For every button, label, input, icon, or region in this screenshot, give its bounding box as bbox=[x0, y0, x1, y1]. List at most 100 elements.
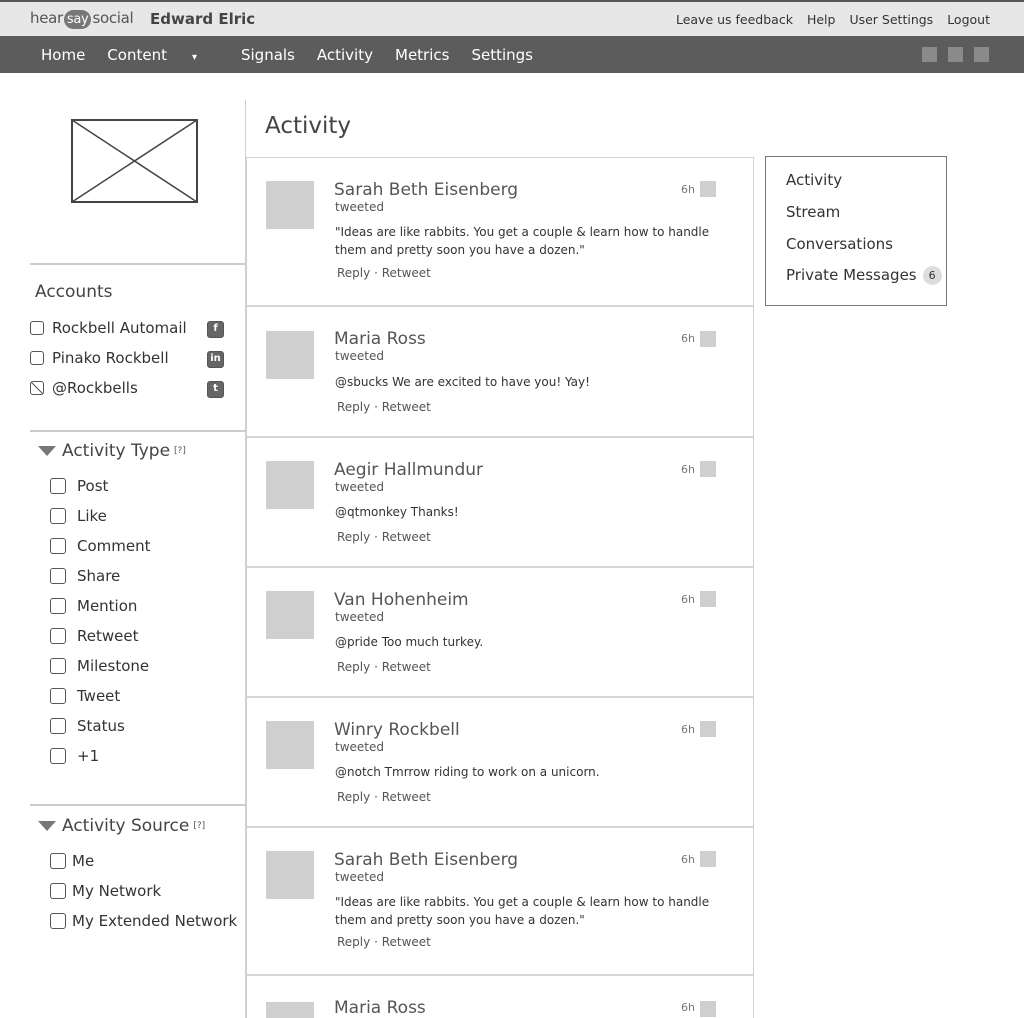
main-nav-bar: Home Content ▾ Signals Activity Metrics S… bbox=[0, 36, 1024, 73]
filter-checkbox[interactable] bbox=[50, 688, 66, 704]
filter-checkbox[interactable] bbox=[50, 658, 66, 674]
author-name[interactable]: Sarah Beth Eisenberg bbox=[334, 850, 518, 870]
help-link[interactable]: Help bbox=[807, 12, 836, 27]
post-actions: Reply · Retweet bbox=[337, 266, 431, 280]
reply-link[interactable]: Reply bbox=[337, 530, 370, 544]
source-my-network[interactable]: My Network bbox=[50, 882, 161, 900]
filter-checkbox[interactable] bbox=[50, 478, 66, 494]
logout-link[interactable]: Logout bbox=[947, 12, 990, 27]
nav-metrics[interactable]: Metrics bbox=[395, 46, 449, 64]
nav-activity[interactable]: Activity bbox=[317, 46, 373, 64]
help-icon[interactable]: [?] bbox=[174, 446, 186, 456]
filter-share[interactable]: Share bbox=[50, 567, 120, 585]
account-row-rockbells[interactable]: @Rockbells bbox=[30, 379, 138, 397]
retweet-link[interactable]: Retweet bbox=[382, 790, 431, 804]
source-checkbox[interactable] bbox=[50, 913, 66, 929]
filter-checkbox[interactable] bbox=[50, 598, 66, 614]
select-checkbox[interactable] bbox=[700, 181, 716, 197]
filter-label: Share bbox=[77, 567, 121, 585]
filter-checkbox[interactable] bbox=[50, 508, 66, 524]
activity-feed: Sarah Beth Eisenberg tweeted 6h "Ideas a… bbox=[246, 157, 754, 1018]
nav-square-icon-3[interactable] bbox=[974, 47, 989, 62]
source-me[interactable]: Me bbox=[50, 852, 94, 870]
filter-plus-one[interactable]: +1 bbox=[50, 747, 99, 765]
select-checkbox[interactable] bbox=[700, 591, 716, 607]
avatar[interactable] bbox=[266, 851, 314, 899]
nav-settings[interactable]: Settings bbox=[471, 46, 533, 64]
retweet-link[interactable]: Retweet bbox=[382, 935, 431, 949]
avatar[interactable] bbox=[266, 721, 314, 769]
filter-status[interactable]: Status bbox=[50, 717, 125, 735]
filter-label: Milestone bbox=[77, 657, 150, 675]
feed-item: Maria Ross 6h bbox=[247, 976, 753, 1018]
avatar[interactable] bbox=[266, 181, 314, 229]
filter-comment[interactable]: Comment bbox=[50, 537, 151, 555]
filter-retweet[interactable]: Retweet bbox=[50, 627, 138, 645]
retweet-link[interactable]: Retweet bbox=[382, 660, 431, 674]
avatar[interactable] bbox=[266, 461, 314, 509]
nav-square-icon-2[interactable] bbox=[948, 47, 963, 62]
filter-checkbox[interactable] bbox=[50, 748, 66, 764]
separator: · bbox=[374, 400, 378, 414]
source-checkbox[interactable] bbox=[50, 883, 66, 899]
select-checkbox[interactable] bbox=[700, 1001, 716, 1017]
retweet-link[interactable]: Retweet bbox=[382, 266, 431, 280]
select-checkbox[interactable] bbox=[700, 461, 716, 477]
avatar[interactable] bbox=[266, 1002, 314, 1018]
post-actions: Reply · Retweet bbox=[337, 790, 431, 804]
select-checkbox[interactable] bbox=[700, 851, 716, 867]
author-name[interactable]: Winry Rockbell bbox=[334, 720, 460, 740]
author-name[interactable]: Sarah Beth Eisenberg bbox=[334, 180, 518, 200]
author-name[interactable]: Maria Ross bbox=[334, 329, 426, 349]
nav-square-icon-1[interactable] bbox=[922, 47, 937, 62]
hearsay-social-logo[interactable]: hear say social bbox=[30, 9, 134, 29]
filter-checkbox[interactable] bbox=[50, 538, 66, 554]
view-stream[interactable]: Stream bbox=[786, 203, 840, 221]
account-checkbox-disabled[interactable] bbox=[30, 381, 44, 395]
source-my-extended-network[interactable]: My Extended Network bbox=[50, 912, 237, 930]
author-name[interactable]: Maria Ross bbox=[334, 998, 426, 1018]
filter-tweet[interactable]: Tweet bbox=[50, 687, 120, 705]
user-settings-link[interactable]: User Settings bbox=[849, 12, 933, 27]
author-name[interactable]: Van Hohenheim bbox=[334, 590, 469, 610]
avatar[interactable] bbox=[266, 331, 314, 379]
account-row-rockbell-automail[interactable]: Rockbell Automail bbox=[30, 319, 187, 337]
nav-home[interactable]: Home bbox=[41, 46, 85, 64]
select-checkbox[interactable] bbox=[700, 721, 716, 737]
retweet-link[interactable]: Retweet bbox=[382, 400, 431, 414]
filter-checkbox[interactable] bbox=[50, 568, 66, 584]
post-text: @qtmonkey Thanks! bbox=[335, 505, 459, 519]
filter-checkbox[interactable] bbox=[50, 718, 66, 734]
filter-post[interactable]: Post bbox=[50, 477, 108, 495]
reply-link[interactable]: Reply bbox=[337, 266, 370, 280]
account-checkbox[interactable] bbox=[30, 321, 44, 335]
facebook-icon: f bbox=[207, 321, 224, 338]
nav-signals[interactable]: Signals bbox=[241, 46, 295, 64]
view-private-messages[interactable]: Private Messages 6 bbox=[786, 266, 942, 285]
reply-link[interactable]: Reply bbox=[337, 660, 370, 674]
select-checkbox[interactable] bbox=[700, 331, 716, 347]
view-conversations[interactable]: Conversations bbox=[786, 235, 893, 253]
activity-verb: tweeted bbox=[335, 349, 384, 363]
filter-like[interactable]: Like bbox=[50, 507, 107, 525]
sidebar-divider bbox=[30, 430, 245, 432]
account-checkbox[interactable] bbox=[30, 351, 44, 365]
view-activity[interactable]: Activity bbox=[786, 171, 842, 189]
avatar[interactable] bbox=[266, 591, 314, 639]
reply-link[interactable]: Reply bbox=[337, 400, 370, 414]
author-name[interactable]: Aegir Hallmundur bbox=[334, 460, 483, 480]
reply-link[interactable]: Reply bbox=[337, 790, 370, 804]
filter-label: Post bbox=[77, 477, 109, 495]
activity-type-header[interactable]: Activity Type [?] bbox=[38, 441, 186, 461]
leave-feedback-link[interactable]: Leave us feedback bbox=[676, 12, 793, 27]
activity-source-header[interactable]: Activity Source [?] bbox=[38, 816, 205, 836]
source-checkbox[interactable] bbox=[50, 853, 66, 869]
account-row-pinako-rockbell[interactable]: Pinako Rockbell bbox=[30, 349, 169, 367]
nav-content[interactable]: Content ▾ bbox=[107, 46, 219, 64]
help-icon[interactable]: [?] bbox=[193, 821, 205, 831]
filter-milestone[interactable]: Milestone bbox=[50, 657, 149, 675]
filter-checkbox[interactable] bbox=[50, 628, 66, 644]
reply-link[interactable]: Reply bbox=[337, 935, 370, 949]
filter-mention[interactable]: Mention bbox=[50, 597, 137, 615]
retweet-link[interactable]: Retweet bbox=[382, 530, 431, 544]
